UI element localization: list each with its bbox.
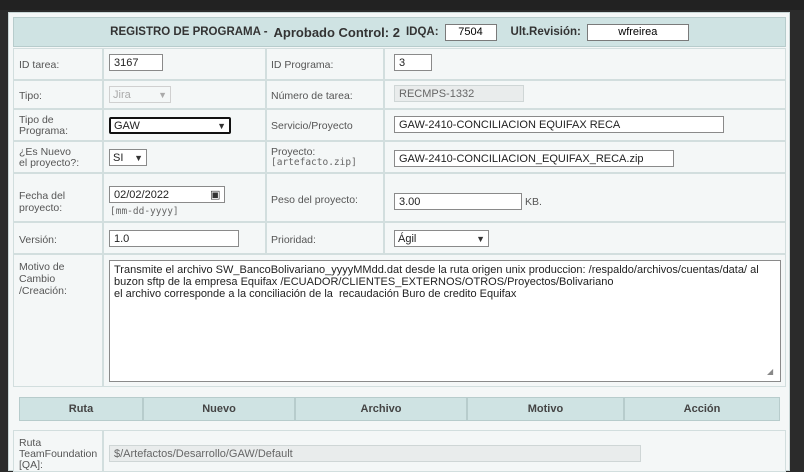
approval-status: Aprobado Control: 2 (273, 24, 400, 40)
row-ruta-tfs-label-cell: Ruta TeamFoundation [QA]: (13, 430, 103, 472)
es-nuevo-select[interactable]: SI ▼ (109, 149, 147, 166)
servicio-label: Servicio/Proyecto (271, 120, 353, 132)
column-header-archivo: Archivo (295, 397, 467, 421)
id-tarea-input[interactable] (109, 54, 163, 71)
es-nuevo-label-2: el proyecto?: (19, 157, 80, 169)
id-tarea-label: ID tarea: (19, 59, 60, 71)
id-programa-input[interactable] (394, 54, 432, 71)
row-es-nuevo-label-cell: ¿Es Nuevo el proyecto?: (13, 141, 103, 173)
tipo-programa-select[interactable]: GAW ▼ (109, 117, 231, 134)
peso-unit: KB. (525, 196, 542, 208)
proyecto-input[interactable] (394, 150, 674, 167)
fecha-label-1: Fecha del (19, 190, 66, 202)
motivo-label-3: /Creación: (19, 285, 67, 297)
chevron-down-icon: ▼ (476, 233, 485, 244)
row-servicio-label-cell: Servicio/Proyecto (266, 109, 384, 141)
tipo-programa-label-2: Programa: (19, 125, 69, 137)
numero-tarea-label: Número de tarea: (271, 90, 353, 102)
row-fecha-value-cell: ▣ [mm-dd-yyyy] (103, 173, 266, 222)
prioridad-selected: Ágil (398, 232, 417, 245)
prioridad-select[interactable]: Ágil ▼ (394, 230, 489, 247)
program-register-form: REGISTRO DE PROGRAMA - Aprobado Control:… (8, 12, 790, 472)
row-es-nuevo-value-cell: SI ▼ (103, 141, 266, 173)
fecha-input[interactable] (109, 186, 225, 203)
top-bar (0, 0, 804, 10)
row-fecha-label-cell: Fecha del proyecto: (13, 173, 103, 222)
version-label: Versión: (19, 234, 57, 246)
row-numero-value-cell (384, 80, 786, 109)
chevron-down-icon: ▼ (158, 89, 167, 100)
row-peso-value-cell: KB. (384, 173, 786, 222)
row-id-programa-label-cell: ID Programa: (266, 48, 384, 80)
row-version-value-cell (103, 222, 266, 254)
calendar-icon[interactable]: ▣ (210, 188, 220, 201)
tipo-select[interactable]: Jira ▼ (109, 86, 171, 103)
row-tipo-label-cell: Tipo: (13, 80, 103, 109)
row-prioridad-label-cell: Prioridad: (266, 222, 384, 254)
row-version-label-cell: Versión: (13, 222, 103, 254)
row-proyecto-value-cell (384, 141, 786, 173)
chevron-down-icon: ▼ (217, 120, 226, 131)
column-header-accion: Acción (624, 397, 780, 421)
row-id-tarea-value-cell (103, 48, 266, 80)
resize-grip-icon[interactable]: ◢ (767, 368, 775, 376)
row-proyecto-label-cell: Proyecto: [artefacto.zip] (266, 141, 384, 173)
row-motivo-label-cell: Motivo de Cambio /Creación: (13, 254, 103, 387)
idqa-field[interactable] (444, 23, 497, 41)
column-header-motivo: Motivo (467, 397, 624, 421)
column-header-ruta: Ruta (19, 397, 143, 421)
revision-label: Ult.Revisión: (510, 26, 581, 38)
revision-field[interactable] (586, 23, 689, 41)
peso-label: Peso del proyecto: (271, 194, 358, 206)
tipo-programa-selected: GAW (114, 119, 140, 132)
row-id-programa-value-cell (384, 48, 786, 80)
chevron-down-icon: ▼ (134, 152, 143, 163)
row-servicio-value-cell (384, 109, 786, 141)
row-tipo-value-cell: Jira ▼ (103, 80, 266, 109)
version-input[interactable] (109, 230, 239, 247)
form-title: REGISTRO DE PROGRAMA - (110, 26, 268, 38)
row-tipo-programa-label-cell: Tipo de Programa: (13, 109, 103, 141)
row-ruta-tfs-value-cell (103, 430, 786, 472)
id-programa-label: ID Programa: (271, 59, 334, 71)
fecha-label-2: proyecto: (19, 202, 63, 214)
tipo-label: Tipo: (19, 90, 42, 102)
es-nuevo-selected: SI (113, 151, 124, 164)
form-header: REGISTRO DE PROGRAMA - Aprobado Control:… (13, 17, 786, 47)
ruta-tfs-label-3: [QA]: (19, 459, 43, 471)
row-peso-label-cell: Peso del proyecto: (266, 173, 384, 222)
motivo-textarea[interactable]: Transmite el archivo SW_BancoBolivariano… (109, 260, 781, 382)
row-tipo-programa-value-cell: GAW ▼ (103, 109, 266, 141)
motivo-label-1: Motivo de (19, 261, 65, 273)
servicio-input[interactable] (394, 116, 724, 133)
row-prioridad-value-cell: Ágil ▼ (384, 222, 786, 254)
motivo-label-2: Cambio (19, 273, 56, 285)
row-motivo-value-cell: Transmite el archivo SW_BancoBolivariano… (103, 254, 786, 387)
idqa-label: IDQA: (405, 26, 439, 38)
tipo-selected: Jira (113, 88, 131, 101)
peso-input[interactable] (394, 193, 522, 210)
numero-tarea-input (394, 85, 524, 102)
ruta-tfs-input (109, 445, 641, 462)
column-header-nuevo: Nuevo (143, 397, 295, 421)
prioridad-label: Prioridad: (271, 234, 316, 246)
row-id-tarea-label-cell: ID tarea: (13, 48, 103, 80)
row-numero-label-cell: Número de tarea: (266, 80, 384, 109)
proyecto-label-2: [artefacto.zip] (271, 157, 357, 168)
fecha-hint: [mm-dd-yyyy] (110, 206, 179, 217)
